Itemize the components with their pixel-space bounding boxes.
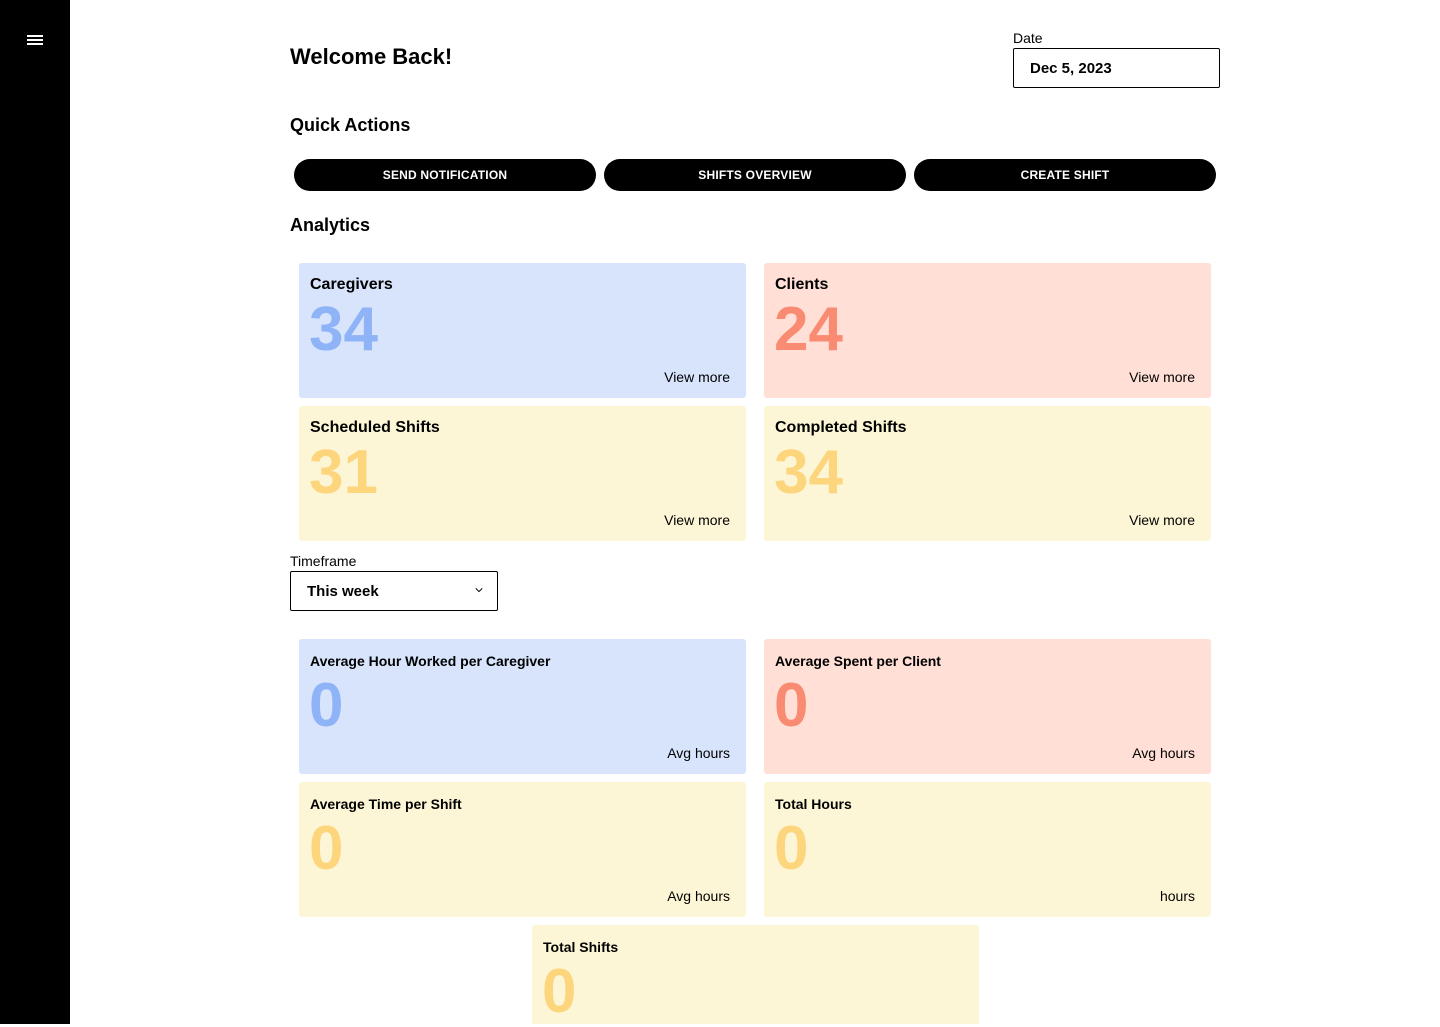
- total-shifts-card: Total Shifts 0: [532, 925, 979, 1026]
- avg-hour-per-caregiver-card: Average Hour Worked per Caregiver 0 Avg …: [299, 639, 746, 774]
- card-label: Average Time per Shift: [310, 796, 462, 812]
- card-label: Total Hours: [775, 796, 852, 812]
- create-shift-button[interactable]: CREATE SHIFT: [914, 159, 1216, 191]
- card-unit: Avg hours: [1132, 745, 1195, 761]
- card-value: 0: [774, 671, 809, 740]
- shifts-overview-button[interactable]: SHIFTS OVERVIEW: [604, 159, 906, 191]
- total-hours-card: Total Hours 0 hours: [764, 782, 1211, 917]
- card-unit: Avg hours: [667, 888, 730, 904]
- card-value: 31: [309, 438, 378, 507]
- card-value: 34: [774, 438, 843, 507]
- analytics-title: Analytics: [290, 215, 371, 235]
- view-more-link[interactable]: View more: [1129, 512, 1195, 528]
- view-more-link[interactable]: View more: [664, 369, 730, 385]
- date-label: Date: [1013, 30, 1043, 46]
- send-notification-button[interactable]: SEND NOTIFICATION: [294, 159, 596, 191]
- card-value: 0: [542, 957, 577, 1026]
- caregivers-card: Caregivers 34 View more: [299, 263, 746, 398]
- page-title: Welcome Back!: [290, 44, 453, 69]
- card-label: Total Shifts: [543, 939, 619, 955]
- card-value: 0: [774, 814, 809, 883]
- date-value: Dec 5, 2023: [1030, 59, 1112, 77]
- card-value: 0: [309, 814, 344, 883]
- chevron-down-icon: [475, 588, 483, 593]
- avg-spent-per-client-card: Average Spent per Client 0 Avg hours: [764, 639, 1211, 774]
- hamburger-menu-icon[interactable]: [27, 34, 43, 46]
- quick-actions-title: Quick Actions: [290, 115, 411, 135]
- view-more-link[interactable]: View more: [1129, 369, 1195, 385]
- card-label: Scheduled Shifts: [310, 419, 440, 436]
- timeframe-label: Timeframe: [290, 553, 357, 569]
- card-value: 34: [309, 295, 378, 364]
- view-more-link[interactable]: View more: [664, 512, 730, 528]
- card-unit: Avg hours: [667, 745, 730, 761]
- clients-card: Clients 24 View more: [764, 263, 1211, 398]
- date-field[interactable]: Dec 5, 2023: [1013, 48, 1220, 88]
- card-label: Clients: [775, 276, 829, 293]
- card-label: Completed Shifts: [775, 419, 907, 436]
- sidebar: [0, 0, 70, 1024]
- completed-shifts-card: Completed Shifts 34 View more: [764, 406, 1211, 541]
- card-label: Average Spent per Client: [775, 653, 941, 669]
- card-value: 24: [774, 295, 843, 364]
- card-label: Caregivers: [310, 276, 393, 293]
- card-value: 0: [309, 671, 344, 740]
- timeframe-select[interactable]: This week: [290, 571, 498, 611]
- card-unit: hours: [1159, 888, 1195, 904]
- card-label: Average Hour Worked per Caregiver: [310, 653, 551, 669]
- scheduled-shifts-card: Scheduled Shifts 31 View more: [299, 406, 746, 541]
- avg-time-per-shift-card: Average Time per Shift 0 Avg hours: [299, 782, 746, 917]
- timeframe-selected-value: This week: [307, 582, 379, 600]
